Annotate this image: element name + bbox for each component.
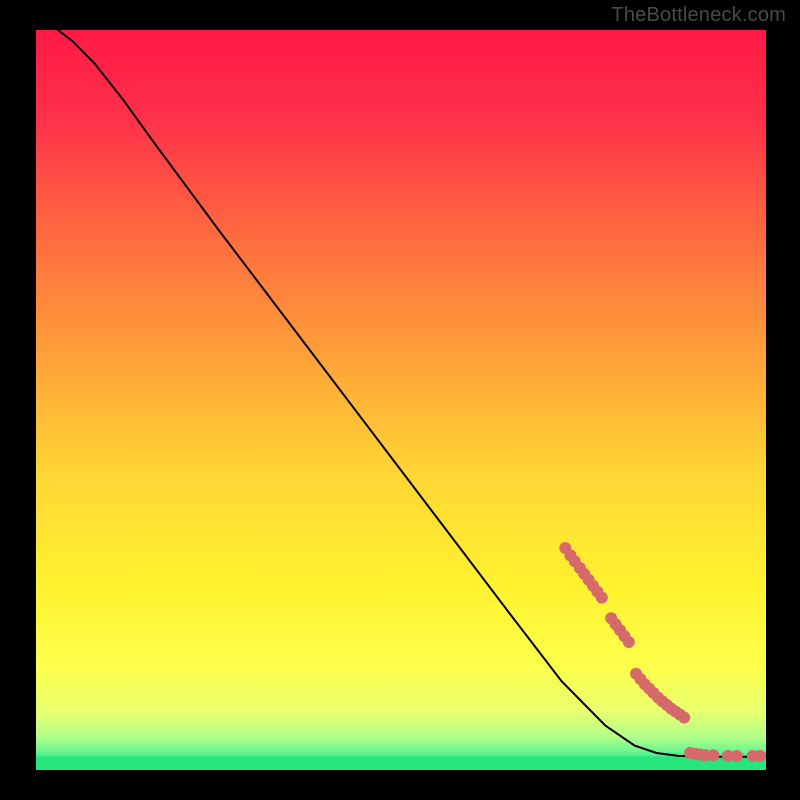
data-marker	[731, 750, 743, 762]
chart-frame: TheBottleneck.com	[0, 0, 800, 800]
gradient-background	[36, 30, 766, 770]
green-band	[36, 757, 766, 770]
plot-svg	[36, 30, 766, 770]
data-marker	[596, 592, 608, 604]
data-marker	[623, 636, 635, 648]
plot-area	[36, 30, 766, 770]
data-marker	[754, 750, 766, 762]
watermark-text: TheBottleneck.com	[611, 4, 786, 27]
data-marker	[707, 749, 719, 761]
data-marker	[678, 712, 690, 724]
